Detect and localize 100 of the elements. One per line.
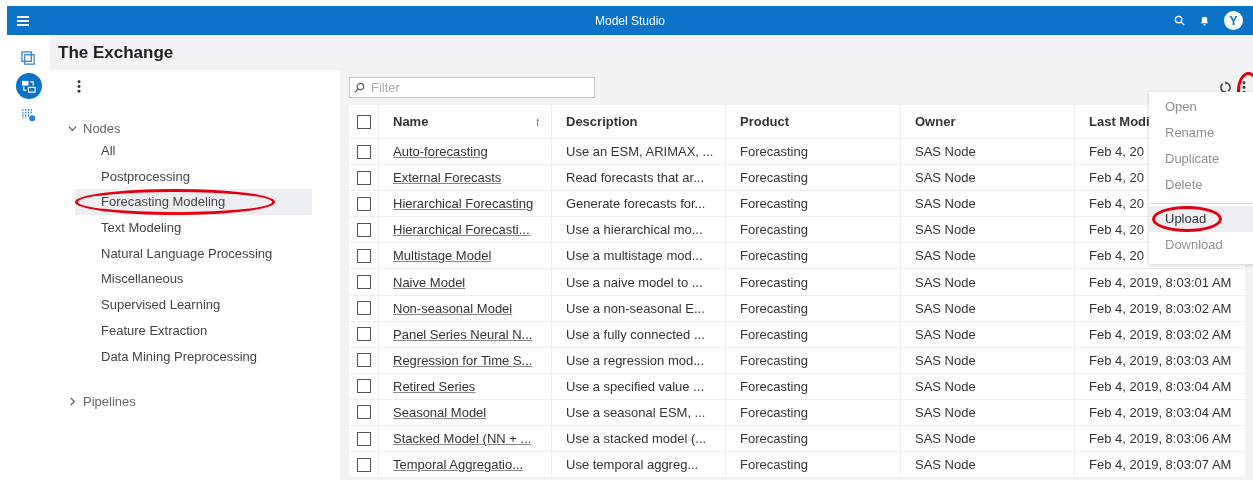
table-cell: SAS Node: [915, 300, 976, 316]
table-cell: Forecasting: [740, 170, 808, 186]
table-cell: SAS Node: [915, 431, 976, 447]
row-checkbox[interactable]: [357, 457, 371, 472]
table-cell: Forecasting: [740, 457, 808, 473]
table-cell: SAS Node: [915, 378, 976, 394]
tree-group[interactable]: Nodes: [68, 118, 121, 138]
tree-item[interactable]: Postprocessing: [75, 163, 312, 190]
table-cell: Read forecasts that ar...: [566, 170, 705, 186]
table-cell: Feb 4, 2019, 8:03:01 AM: [1089, 274, 1232, 290]
chevron-icon: [68, 396, 77, 406]
table-cell: Feb 4, 20: [1089, 170, 1144, 186]
table-cell: Feb 4, 2019, 8:03:04 AM: [1089, 405, 1232, 420]
column-header[interactable]: Last Modi: [1089, 114, 1150, 129]
tree-item[interactable]: All: [75, 138, 312, 164]
table-cell: SAS Node: [915, 144, 976, 160]
tree-group[interactable]: Pipelines: [68, 391, 136, 412]
search-icon: [354, 82, 365, 93]
table-cell: SAS Node: [915, 248, 976, 264]
table-cell: Feb 4, 20: [1089, 248, 1144, 264]
row-checkbox[interactable]: [357, 431, 371, 446]
table-cell: Feb 4, 2019, 8:03:03 AM: [1089, 352, 1232, 368]
row-checkbox[interactable]: [357, 301, 371, 316]
row-checkbox[interactable]: [357, 144, 371, 159]
table-cell: Use temporal aggreg...: [566, 457, 699, 473]
user-avatar[interactable]: Y: [1224, 11, 1243, 30]
node-link[interactable]: Auto-forecasting: [393, 144, 488, 160]
table-cell: Forecasting: [740, 431, 808, 447]
table-cell: Forecasting: [740, 378, 808, 394]
tree-item[interactable]: Supervised Learning: [75, 292, 312, 318]
column-header[interactable]: Owner: [915, 114, 956, 129]
tree-item[interactable]: Natural Language Processing: [75, 240, 312, 267]
node-link[interactable]: Regression for Time S...: [393, 352, 533, 368]
column-header[interactable]: Product: [740, 114, 790, 129]
table-cell: SAS Node: [915, 405, 976, 420]
node-link[interactable]: Temporal Aggregatio...: [393, 457, 524, 473]
table-cell: SAS Node: [915, 274, 976, 290]
table-cell: Use a seasonal ESM, ...: [566, 405, 706, 420]
row-checkbox[interactable]: [357, 196, 371, 211]
table-cell: Feb 4, 2019, 8:03:07 AM: [1089, 457, 1232, 473]
table-cell: Use a multistage mod...: [566, 248, 703, 264]
table-cell: Use a stacked model (...: [566, 431, 707, 447]
node-link[interactable]: Retired Series: [393, 378, 476, 394]
row-checkbox[interactable]: [357, 170, 371, 185]
node-link[interactable]: External Forecasts: [393, 170, 502, 186]
column-header[interactable]: Name: [393, 114, 429, 129]
table-cell: Use a specified value ...: [566, 378, 705, 394]
node-link[interactable]: Naive Model: [393, 274, 466, 290]
navigation-button[interactable]: [15, 73, 42, 99]
select-all-checkbox[interactable]: [357, 114, 371, 129]
sort-arrow[interactable]: ↑: [534, 114, 541, 129]
table-cell: Use a non-seasonal E...: [566, 300, 705, 316]
tree-item[interactable]: Data Mining Preprocessing: [75, 343, 312, 370]
table-cell: Use a regression mod...: [566, 352, 704, 368]
search-icon[interactable]: [1174, 15, 1185, 26]
table-cell: SAS Node: [915, 457, 976, 473]
table-cell: Feb 4, 20: [1089, 222, 1144, 238]
table-cell: SAS Node: [915, 196, 976, 212]
tree-item[interactable]: Feature Extraction: [75, 317, 312, 344]
table-cell: Forecasting: [740, 352, 808, 368]
table-cell: Use an ESM, ARIMAX, ...: [566, 144, 714, 160]
node-link[interactable]: Hierarchical Forecasti...: [393, 222, 530, 238]
tree-item[interactable]: Miscellaneous: [75, 266, 312, 293]
menu-icon[interactable]: [17, 15, 29, 26]
column-header[interactable]: Description: [566, 114, 638, 129]
swap-icon: [21, 78, 36, 94]
row-checkbox[interactable]: [357, 353, 371, 368]
row-checkbox[interactable]: [357, 379, 371, 394]
more-options-icon[interactable]: [77, 80, 81, 93]
tree-item[interactable]: Text Modeling: [75, 215, 312, 241]
copy-icon: [21, 50, 36, 66]
table-cell: Feb 4, 2019, 8:03:02 AM: [1089, 326, 1232, 342]
node-link[interactable]: Non-seasonal Model: [393, 300, 513, 316]
table-cell: Forecasting: [740, 326, 808, 342]
table-cell: SAS Node: [915, 170, 976, 186]
chevron-icon: [68, 123, 77, 133]
row-checkbox[interactable]: [357, 222, 371, 237]
table-cell: Forecasting: [740, 274, 808, 290]
table-cell: Feb 4, 2019, 8:03:06 AM: [1089, 431, 1232, 447]
table-cell: Forecasting: [740, 222, 808, 238]
node-link[interactable]: Multistage Model: [393, 248, 492, 264]
row-checkbox[interactable]: [357, 405, 371, 420]
row-checkbox[interactable]: [357, 327, 371, 342]
table-cell: Forecasting: [740, 248, 808, 264]
row-checkbox[interactable]: [357, 248, 371, 263]
row-checkbox[interactable]: [357, 275, 371, 289]
filter-field[interactable]: Filter: [349, 77, 595, 98]
table-cell: Forecasting: [740, 300, 808, 316]
refresh-icon[interactable]: [1219, 81, 1232, 94]
table-cell: Feb 4, 2019, 8:03:02 AM: [1089, 300, 1232, 316]
node-link[interactable]: Panel Series Neural N...: [393, 326, 533, 342]
table-cell: SAS Node: [915, 326, 976, 342]
table-cell: Generate forecasts for...: [566, 196, 706, 212]
node-link[interactable]: Seasonal Model: [393, 405, 487, 420]
notification-icon[interactable]: [1199, 15, 1210, 26]
menu-item[interactable]: Upload: [1149, 206, 1253, 232]
table-cell: Feb 4, 2019, 8:03:04 AM: [1089, 378, 1232, 394]
table-cell: Feb 4, 20: [1089, 196, 1144, 212]
node-link[interactable]: Stacked Model (NN + ...: [393, 431, 532, 447]
node-link[interactable]: Hierarchical Forecasting: [393, 196, 534, 212]
